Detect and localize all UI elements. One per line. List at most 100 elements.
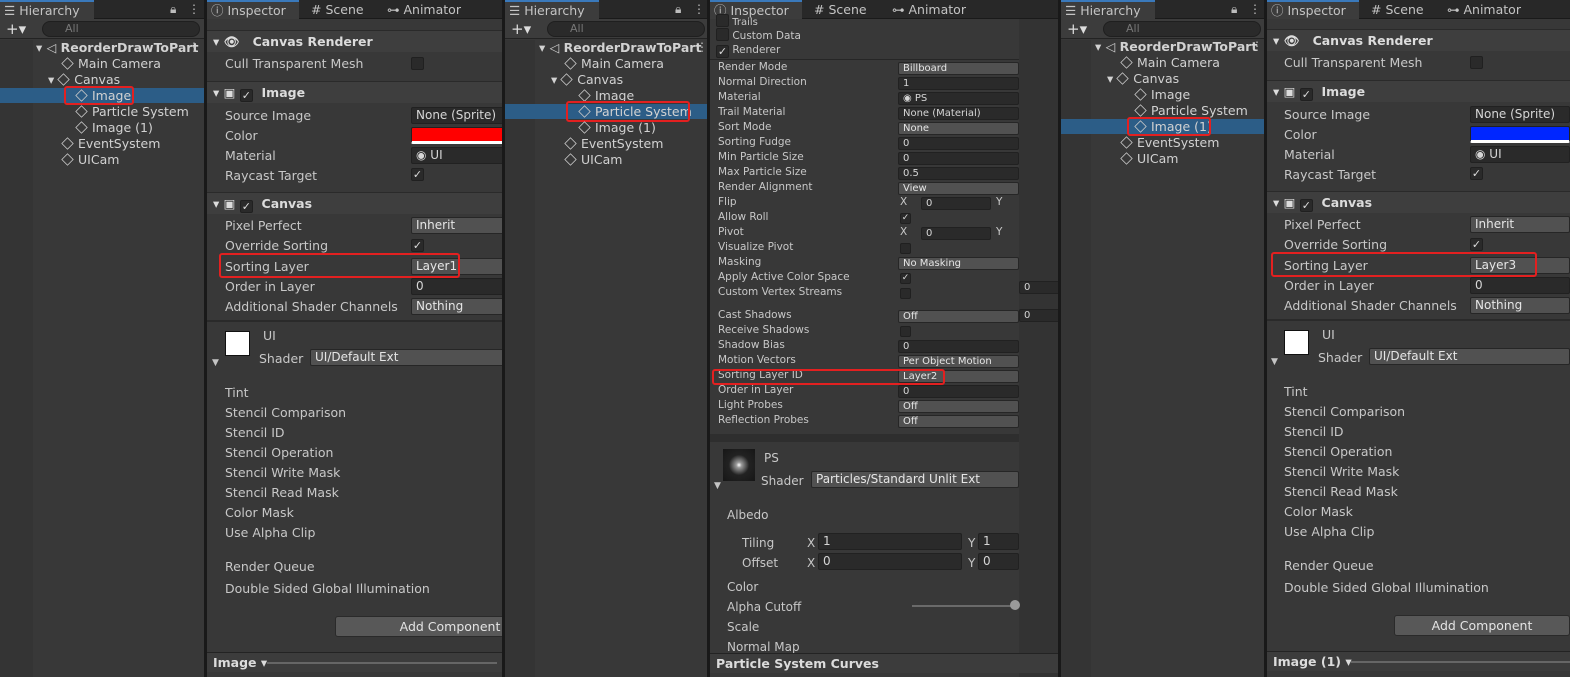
hierarchy-item-eventsystem[interactable]: EventSystem (61, 136, 160, 152)
canvas-enabled-checkbox[interactable]: ✓ (1299, 199, 1313, 212)
canvas-component-header[interactable]: ▾ ▣ ✓ Canvas (207, 192, 503, 214)
hierarchy-item-image-1[interactable]: Image (1) (578, 120, 656, 136)
raycast-checkbox[interactable]: ✓ (1470, 167, 1483, 180)
renderer-prop-value[interactable]: No Masking (898, 257, 1019, 270)
add-button[interactable]: +▾ (6, 20, 26, 38)
tiling-x-field[interactable]: 1 (818, 533, 962, 550)
overflow-zero-field[interactable]: 0 (1019, 309, 1060, 322)
hierarchy-item-eventsystem[interactable]: EventSystem (1120, 135, 1219, 151)
alpha-cutoff-slider-thumb[interactable] (1010, 600, 1020, 610)
color-field[interactable] (1470, 126, 1570, 143)
canvas-component-header[interactable]: ▾ ▣ ✓ Canvas (1267, 191, 1570, 213)
renderer-checkbox[interactable]: ✓ (716, 45, 729, 58)
module-trails[interactable]: Trails (716, 14, 758, 28)
module-renderer[interactable]: ✓ Renderer (716, 44, 780, 58)
hierarchy-item-main-camera[interactable]: Main Camera (61, 56, 161, 72)
offset-x-field[interactable]: 0 (818, 553, 962, 570)
tab-scene[interactable]: # Scene (810, 0, 867, 19)
x-field[interactable]: 0 (921, 227, 991, 240)
shader-dropdown[interactable]: UI/Default Ext (1369, 348, 1570, 365)
raycast-checkbox[interactable]: ✓ (411, 168, 424, 181)
pixel-perfect-dropdown[interactable]: Inherit (1470, 216, 1570, 233)
ps-material-foldout-icon[interactable]: ▼ (714, 481, 721, 491)
image-component-header[interactable]: ▾ ▣ ✓ Image (207, 81, 503, 103)
renderer-prop-value[interactable]: Off (898, 400, 1019, 413)
order-field[interactable]: 0 (1470, 277, 1570, 294)
tab-scene[interactable]: # Scene (307, 0, 364, 19)
search-input[interactable]: All (1103, 21, 1261, 37)
image-component-header[interactable]: ▾ ▣ ✓ Image (1267, 80, 1570, 102)
cull-checkbox[interactable] (411, 57, 424, 70)
material-field[interactable]: ◉ UI (411, 147, 503, 164)
tab-hierarchy[interactable]: ☰ Hierarchy (0, 0, 94, 19)
renderer-prop-value[interactable]: 0 (898, 137, 1019, 150)
add-button[interactable]: +▾ (511, 20, 531, 38)
override-sorting-checkbox[interactable]: ✓ (411, 239, 424, 252)
renderer-prop-value[interactable]: View (898, 182, 1019, 195)
color-field[interactable] (411, 127, 503, 144)
material-field[interactable]: ◉ UI (1470, 146, 1570, 163)
tab-animator[interactable]: ⊶ Animator (888, 0, 966, 19)
material-foldout-icon[interactable]: ▼ (212, 358, 219, 368)
renderer-checkbox[interactable] (900, 326, 911, 337)
override-sorting-checkbox[interactable]: ✓ (1470, 238, 1483, 251)
shader-channels-dropdown[interactable]: Nothing (411, 298, 503, 315)
lock-icon[interactable]: 🔒︎ (675, 0, 681, 19)
tab-hierarchy[interactable]: ☰ Hierarchy (505, 0, 599, 19)
source-image-field[interactable]: None (Sprite) (1470, 106, 1570, 123)
hierarchy-item-main-camera[interactable]: Main Camera (1120, 55, 1220, 71)
renderer-prop-value[interactable]: None (Material) (898, 107, 1019, 120)
trails-checkbox[interactable] (716, 14, 729, 27)
hierarchy-item-canvas[interactable]: ▾ Canvas (551, 72, 623, 88)
search-input[interactable]: All (42, 21, 200, 37)
add-component-button[interactable]: Add Component (335, 616, 503, 637)
scene-root[interactable]: ▾ ◁ ReorderDrawToPart (1095, 39, 1257, 55)
add-component-button[interactable]: Add Component (1394, 615, 1570, 636)
canvas-renderer-header[interactable]: ▾ 👁︎ Canvas Renderer (1267, 29, 1570, 51)
renderer-prop-value[interactable]: Off (898, 415, 1019, 428)
image-enabled-checkbox[interactable]: ✓ (239, 89, 253, 102)
footer-drag-handle[interactable] (267, 662, 497, 664)
renderer-prop-value[interactable]: ◉ PS (898, 92, 1019, 105)
renderer-prop-value[interactable]: 0 (898, 152, 1019, 165)
hierarchy-item-image[interactable]: Image (1134, 87, 1190, 103)
renderer-prop-value[interactable]: Per Object Motion (898, 355, 1019, 368)
footer-drag-handle[interactable] (1351, 661, 1570, 663)
lock-icon[interactable]: 🔒︎ (170, 0, 176, 19)
pixel-perfect-dropdown[interactable]: Inherit (411, 217, 503, 234)
hierarchy-item-uicam[interactable]: UICam (564, 152, 622, 168)
lock-icon[interactable]: 🔒︎ (1231, 0, 1237, 19)
renderer-checkbox[interactable] (900, 288, 911, 299)
tab-inspector[interactable]: ⓘ Inspector (207, 0, 299, 19)
hierarchy-item-particle-system[interactable]: Particle System (75, 104, 189, 120)
tab-scene[interactable]: # Scene (1367, 0, 1424, 19)
material-foldout-icon[interactable]: ▼ (1271, 357, 1278, 367)
cull-checkbox[interactable] (1470, 56, 1483, 69)
scene-root[interactable]: ▾ ◁ ReorderDrawToPart (36, 40, 198, 56)
renderer-prop-value[interactable]: 0 (898, 340, 1019, 353)
module-custom-data[interactable]: Custom Data (716, 28, 801, 42)
tab-animator[interactable]: ⊶ Animator (383, 0, 461, 19)
renderer-checkbox[interactable]: ✓ (900, 213, 911, 224)
more-menu-icon[interactable]: ⋮ (188, 0, 200, 19)
shader-channels-dropdown[interactable]: Nothing (1470, 297, 1570, 314)
scene-more-icon[interactable]: ⋮ (1251, 39, 1263, 53)
renderer-prop-value[interactable]: 0 (898, 385, 1019, 398)
hierarchy-item-image-1[interactable]: Image (1) (75, 120, 153, 136)
search-input[interactable]: All (547, 21, 705, 37)
alpha-cutoff-slider-track[interactable] (912, 605, 1015, 607)
renderer-prop-value[interactable]: Off (898, 310, 1019, 323)
tab-hierarchy[interactable]: ☰ Hierarchy (1061, 0, 1155, 19)
tab-inspector[interactable]: ⓘ Inspector (1267, 0, 1359, 19)
renderer-prop-value[interactable]: 0.5 (898, 167, 1019, 180)
hierarchy-item-uicam[interactable]: UICam (61, 152, 119, 168)
renderer-prop-value[interactable]: 1 (898, 77, 1019, 90)
source-image-field[interactable]: None (Sprite) (411, 107, 503, 124)
hierarchy-item-uicam[interactable]: UICam (1120, 151, 1178, 167)
add-button[interactable]: +▾ (1067, 20, 1087, 38)
tab-animator[interactable]: ⊶ Animator (1443, 0, 1521, 19)
renderer-prop-value[interactable]: None (898, 122, 1019, 135)
image-enabled-checkbox[interactable]: ✓ (1299, 88, 1313, 101)
hierarchy-item-canvas[interactable]: ▾ Canvas (1107, 71, 1179, 87)
shader-dropdown[interactable]: UI/Default Ext (310, 349, 503, 366)
